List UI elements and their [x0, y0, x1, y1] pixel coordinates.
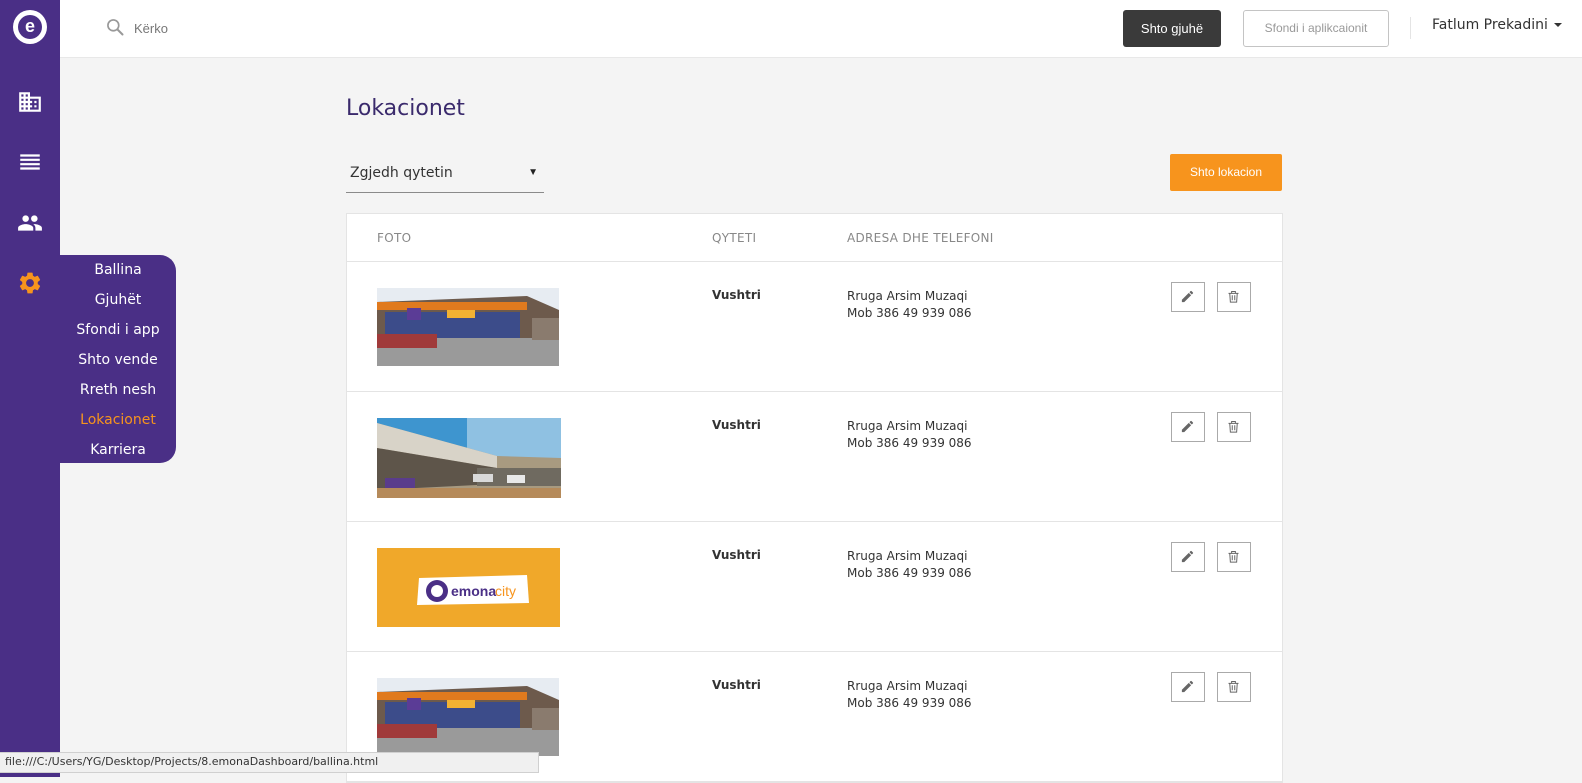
- pencil-icon: [1181, 550, 1194, 563]
- row-address: Rruga Arsim Muzaqi: [847, 679, 968, 693]
- row-phone: Mob 386 49 939 086: [847, 696, 972, 710]
- row-city: Vushtri: [712, 418, 761, 432]
- locations-table: FOTO QYTETI ADRESA DHE TELEFONI Vushtri …: [346, 213, 1283, 783]
- row-phone: Mob 386 49 939 086: [847, 306, 972, 320]
- divider: [1410, 17, 1411, 39]
- menu-item-sfondi[interactable]: Sfondi i app: [60, 318, 176, 348]
- table-header: FOTO QYTETI ADRESA DHE TELEFONI: [347, 214, 1282, 262]
- column-header-foto: FOTO: [377, 231, 412, 245]
- edit-button[interactable]: [1171, 282, 1205, 312]
- menu-item-rreth-nesh[interactable]: Rreth nesh: [60, 378, 176, 408]
- column-header-adresa: ADRESA DHE TELEFONI: [847, 231, 994, 245]
- delete-button[interactable]: [1217, 282, 1251, 312]
- delete-button[interactable]: [1217, 412, 1251, 442]
- search-icon[interactable]: [105, 17, 125, 37]
- store-canopy-photo: [377, 418, 561, 498]
- menu-item-karriera[interactable]: Karriera: [60, 438, 176, 468]
- pencil-icon: [1181, 290, 1194, 303]
- emona-city-logo: emona city: [377, 548, 560, 627]
- sidebar: e: [0, 0, 60, 777]
- row-address: Rruga Arsim Muzaqi: [847, 289, 968, 303]
- table-row: Vushtri Rruga Arsim Muzaqi Mob 386 49 93…: [347, 392, 1282, 522]
- trash-icon: [1228, 291, 1239, 303]
- add-language-button[interactable]: Shto gjuhë: [1123, 10, 1221, 47]
- browser-status-bar: file:///C:/Users/YG/Desktop/Projects/8.e…: [0, 752, 540, 773]
- row-city: Vushtri: [712, 288, 761, 302]
- table-row: emona city Vushtri Rruga Arsim Muzaqi Mo…: [347, 522, 1282, 652]
- row-address-phone: Rruga Arsim Muzaqi Mob 386 49 939 086: [847, 548, 972, 582]
- page-title: Lokacionet: [346, 96, 465, 121]
- row-address-phone: Rruga Arsim Muzaqi Mob 386 49 939 086: [847, 678, 972, 712]
- store-front-photo: [377, 678, 559, 756]
- row-city: Vushtri: [712, 548, 761, 562]
- row-phone: Mob 386 49 939 086: [847, 436, 972, 450]
- row-address-phone: Rruga Arsim Muzaqi Mob 386 49 939 086: [847, 288, 972, 322]
- logo-text-city: city: [495, 583, 516, 599]
- app-background-button[interactable]: Sfondi i aplikcaionit: [1243, 10, 1389, 47]
- people-icon[interactable]: [17, 210, 43, 236]
- logo-text-emona: emona: [451, 583, 496, 599]
- pencil-icon: [1181, 680, 1194, 693]
- column-header-qyteti: QYTETI: [712, 231, 757, 245]
- edit-button[interactable]: [1171, 412, 1205, 442]
- gear-icon[interactable]: [17, 270, 43, 296]
- row-address-phone: Rruga Arsim Muzaqi Mob 386 49 939 086: [847, 418, 972, 452]
- menu-item-shto-vende[interactable]: Shto vende: [60, 348, 176, 378]
- top-bar: Shto gjuhë Sfondi i aplikcaionit Fatlum …: [60, 0, 1582, 58]
- trash-icon: [1228, 551, 1239, 563]
- row-address: Rruga Arsim Muzaqi: [847, 549, 968, 563]
- city-select[interactable]: Zgjedh qytetin ▼: [346, 157, 544, 193]
- row-address: Rruga Arsim Muzaqi: [847, 419, 968, 433]
- edit-button[interactable]: [1171, 672, 1205, 702]
- menu-item-gjuhet[interactable]: Gjuhët: [60, 288, 176, 318]
- edit-button[interactable]: [1171, 542, 1205, 572]
- store-front-photo: [377, 288, 559, 366]
- delete-button[interactable]: [1217, 672, 1251, 702]
- caret-down-icon: [1553, 23, 1562, 27]
- city-select-value: Zgjedh qytetin: [350, 165, 453, 181]
- delete-button[interactable]: [1217, 542, 1251, 572]
- add-location-button[interactable]: Shto lokacion: [1170, 154, 1282, 191]
- row-phone: Mob 386 49 939 086: [847, 566, 972, 580]
- menu-item-ballina[interactable]: Ballina: [60, 258, 176, 288]
- row-city: Vushtri: [712, 678, 761, 692]
- brand-logo-letter: e: [18, 15, 42, 39]
- trash-icon: [1228, 681, 1239, 693]
- building-icon[interactable]: [17, 89, 43, 115]
- user-name: Fatlum Prekadini: [1432, 17, 1548, 33]
- list-icon[interactable]: [17, 149, 43, 175]
- user-menu[interactable]: Fatlum Prekadini: [1432, 17, 1562, 33]
- menu-item-lokacionet[interactable]: Lokacionet: [60, 408, 176, 438]
- brand-logo[interactable]: e: [13, 10, 47, 44]
- settings-flyout-menu: Ballina Gjuhët Sfondi i app Shto vende R…: [60, 255, 176, 463]
- table-row: Vushtri Rruga Arsim Muzaqi Mob 386 49 93…: [347, 262, 1282, 392]
- pencil-icon: [1181, 420, 1194, 433]
- dropdown-arrow-icon: ▼: [528, 167, 538, 178]
- trash-icon: [1228, 421, 1239, 433]
- search-input[interactable]: [132, 17, 436, 39]
